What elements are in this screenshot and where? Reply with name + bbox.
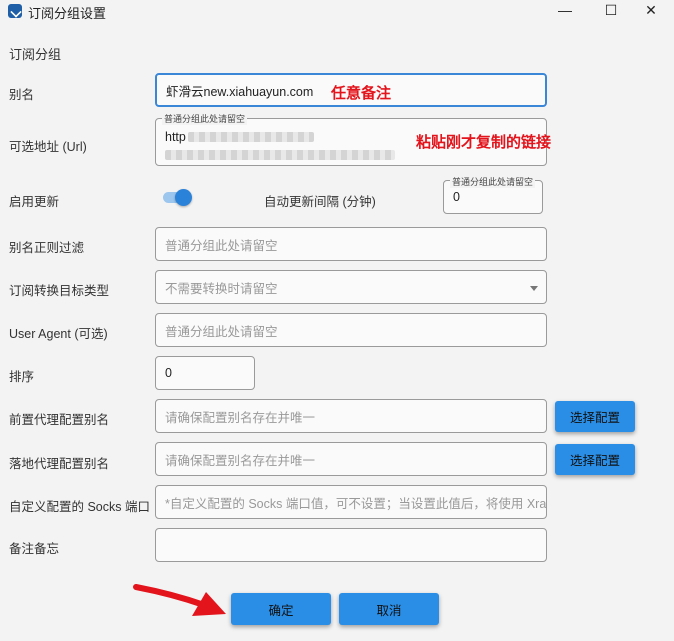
section-title: 订阅分组 <box>9 47 62 62</box>
prev-proxy-label: 前置代理配置别名 <box>9 413 110 427</box>
memo-input[interactable] <box>155 528 547 562</box>
url-value-prefix: http <box>165 130 186 144</box>
window-title: 订阅分组设置 <box>28 6 107 21</box>
redacted-text <box>165 150 395 160</box>
convert-type-select[interactable]: 不需要转换时请留空 <box>155 270 547 304</box>
user-agent-input[interactable]: 普通分组此处请留空 <box>155 313 547 347</box>
sort-value: 0 <box>165 366 172 380</box>
next-proxy-placeholder: 请确保配置别名存在并唯一 <box>165 453 316 468</box>
interval-value: 0 <box>453 190 460 204</box>
close-button[interactable]: ✕ <box>628 0 674 22</box>
prev-proxy-placeholder: 请确保配置别名存在并唯一 <box>165 410 316 425</box>
next-proxy-input[interactable]: 请确保配置别名存在并唯一 <box>155 442 547 476</box>
title-bar: 订阅分组设置 — ☐ ✕ <box>0 0 674 22</box>
socks-port-input[interactable]: *自定义配置的 Socks 端口值，可不设置；当设置此值后，将使用 Xray <box>155 485 547 519</box>
memo-label: 备注备忘 <box>9 542 60 556</box>
user-agent-placeholder: 普通分组此处请留空 <box>165 324 278 339</box>
url-hint: 普通分组此处请留空 <box>162 112 248 125</box>
prev-proxy-input[interactable]: 请确保配置别名存在并唯一 <box>155 399 547 433</box>
auto-update-label: 启用更新 <box>9 195 60 209</box>
alias-annotation: 任意备注 <box>331 85 392 102</box>
ok-button[interactable]: 确定 <box>231 593 331 625</box>
app-logo-icon <box>8 4 22 18</box>
auto-update-toggle[interactable] <box>160 189 193 206</box>
alias-regex-placeholder: 普通分组此处请留空 <box>165 238 278 253</box>
sort-input[interactable]: 0 <box>155 356 255 390</box>
alias-regex-label: 别名正则过滤 <box>9 241 85 255</box>
redacted-text <box>187 132 314 142</box>
alias-label: 别名 <box>9 88 35 102</box>
next-proxy-select-button[interactable]: 选择配置 <box>555 444 635 475</box>
interval-hint: 普通分组此处请留空 <box>450 175 536 188</box>
user-agent-label: User Agent (可选) <box>9 327 108 341</box>
minimize-button[interactable]: — <box>542 0 588 22</box>
toggle-thumb <box>175 189 192 206</box>
url-annotation: 粘贴刚才复制的链接 <box>416 134 552 151</box>
convert-type-label: 订阅转换目标类型 <box>9 284 110 298</box>
interval-label: 自动更新间隔 (分钟) <box>264 195 376 209</box>
red-arrow-icon <box>133 584 226 616</box>
sort-label: 排序 <box>9 370 35 384</box>
alias-input-value: 虾滑云new.xiahuayun.com <box>166 84 314 99</box>
socks-port-label: 自定义配置的 Socks 端口 <box>9 500 150 514</box>
next-proxy-label: 落地代理配置别名 <box>9 457 110 471</box>
alias-regex-input[interactable]: 普通分组此处请留空 <box>155 227 547 261</box>
convert-type-placeholder: 不需要转换时请留空 <box>165 281 278 296</box>
dropdown-arrow-icon <box>530 286 538 291</box>
cancel-button[interactable]: 取消 <box>339 593 439 625</box>
socks-port-placeholder: *自定义配置的 Socks 端口值，可不设置；当设置此值后，将使用 Xray <box>165 496 547 511</box>
prev-proxy-select-button[interactable]: 选择配置 <box>555 401 635 432</box>
url-label: 可选地址 (Url) <box>9 140 87 154</box>
